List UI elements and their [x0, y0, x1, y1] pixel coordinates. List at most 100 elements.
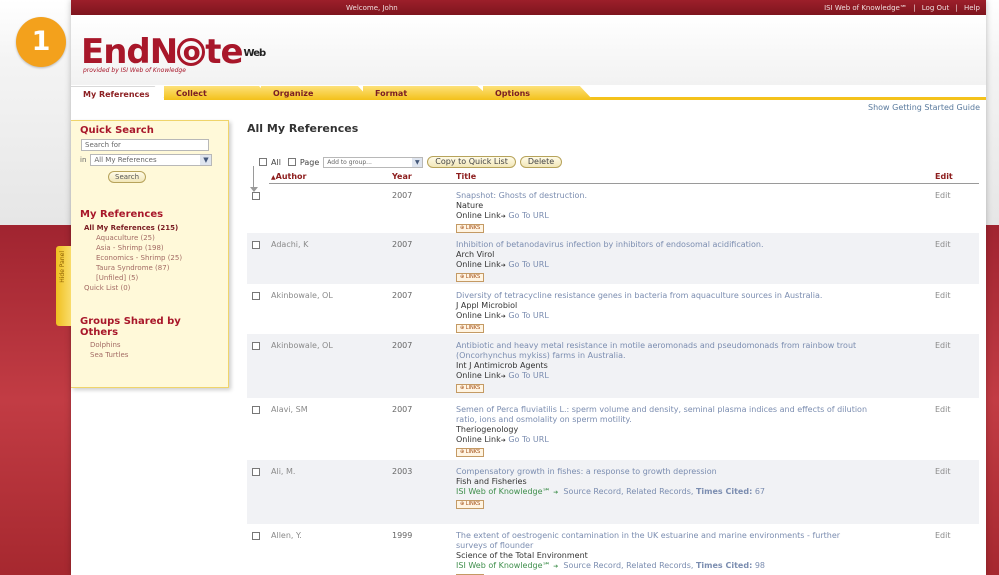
row-checkbox[interactable]	[252, 406, 260, 414]
go-to-url-link[interactable]: Go To URL	[508, 311, 548, 320]
row-checkbox[interactable]	[252, 292, 260, 300]
row-title[interactable]: The extent of oestrogenic contamination …	[456, 531, 931, 541]
times-cited-label: Times Cited:	[695, 561, 753, 570]
shared-group-sea-turtles[interactable]: Sea Turtles	[90, 351, 225, 359]
sidebar-item-quick-list[interactable]: Quick List (0)	[84, 284, 225, 292]
wok-line: ISI Web of Knowledge℠ ➔ Source Record, R…	[456, 487, 931, 498]
row-journal: Theriogenology	[456, 425, 519, 434]
row-title[interactable]: Antibiotic and heavy metal resistance in…	[456, 341, 931, 351]
tab-options[interactable]: Options	[483, 86, 593, 100]
times-cited-value[interactable]: 67	[755, 487, 765, 496]
sidebar-group-asia-shrimp[interactable]: Asia - Shrimp (198)	[96, 244, 225, 252]
row-author: Allen, Y.	[271, 531, 302, 540]
row-checkbox[interactable]	[252, 532, 260, 540]
sidebar-item-all-references[interactable]: All My References (215)	[84, 224, 225, 232]
source-record-links[interactable]: Source Record, Related Records,	[563, 487, 693, 496]
edit-link[interactable]: Edit	[935, 341, 951, 350]
sidebar-group-unfiled[interactable]: [Unfiled] (5)	[96, 274, 225, 282]
links-button[interactable]: ⊕ LINKS	[456, 324, 485, 333]
edit-link[interactable]: Edit	[935, 405, 951, 414]
row-checkbox[interactable]	[252, 342, 260, 350]
logo-text: EndN o teWeb	[81, 32, 266, 72]
shared-title-2: Others	[80, 327, 119, 338]
times-cited-value[interactable]: 98	[755, 561, 765, 570]
links-button[interactable]: ⊕ LINKS	[456, 224, 485, 233]
edit-link[interactable]: Edit	[935, 467, 951, 476]
select-page-checkbox[interactable]	[287, 158, 296, 166]
row-journal: Fish and Fisheries	[456, 477, 527, 486]
shared-groups-section: Groups Shared by Others Dolphins Sea Tur…	[80, 316, 225, 359]
links-button[interactable]: ⊕ LINKS	[456, 448, 485, 457]
tab-collect[interactable]: Collect	[164, 86, 272, 100]
isi-link[interactable]: ISI Web of Knowledge℠	[824, 4, 907, 12]
my-references-section: My References All My References (215) Aq…	[80, 209, 225, 292]
go-to-url-link[interactable]: Go To URL	[508, 435, 548, 444]
links-button[interactable]: ⊕ LINKS	[456, 500, 485, 509]
edit-link[interactable]: Edit	[935, 240, 951, 249]
copy-to-quick-list-button[interactable]: Copy to Quick List	[427, 156, 516, 168]
row-body: Antibiotic and heavy metal resistance in…	[456, 341, 931, 393]
logout-link[interactable]: Log Out	[922, 4, 949, 12]
row-title[interactable]: (Oncorhynchus mykiss) farms in Australia…	[456, 351, 931, 361]
sidebar-group-aquaculture[interactable]: Aquaculture (25)	[96, 234, 225, 242]
row-body: Semen of Perca fluviatilis L.: sperm vol…	[456, 405, 931, 457]
edit-link[interactable]: Edit	[935, 191, 951, 200]
row-title[interactable]: Semen of Perca fluviatilis L.: sperm vol…	[456, 405, 931, 415]
row-title[interactable]: ratio, ions and osmolality on sperm moti…	[456, 415, 931, 425]
links-button[interactable]: ⊕ LINKS	[456, 273, 485, 282]
row-journal: Nature	[456, 201, 484, 210]
row-journal: Science of the Total Environment	[456, 551, 588, 560]
row-title[interactable]: Compensatory growth in fishes: a respons…	[456, 467, 931, 477]
sidebar-group-taura[interactable]: Taura Syndrome (87)	[96, 264, 225, 272]
search-input[interactable]: Search for	[81, 139, 209, 151]
table-row: 2007 Snapshot: Ghosts of destruction. Natu…	[247, 184, 979, 233]
go-to-url-link[interactable]: Go To URL	[508, 260, 548, 269]
page-title: All My References	[247, 122, 359, 135]
row-title[interactable]: Diversity of tetracycline resistance gen…	[456, 291, 931, 301]
delete-button[interactable]: Delete	[519, 156, 563, 168]
row-checkbox[interactable]	[252, 192, 260, 200]
endnote-window: Welcome, John ISI Web of Knowledge℠ | Lo…	[56, 0, 986, 575]
scope-select[interactable]: All My References ▼	[90, 154, 213, 166]
row-body: Snapshot: Ghosts of destruction. Nature On…	[456, 191, 931, 233]
hide-panel-tab[interactable]: Hide Panel	[56, 246, 71, 326]
shared-group-dolphins[interactable]: Dolphins	[90, 341, 225, 349]
edit-link[interactable]: Edit	[935, 531, 951, 540]
row-year: 1999	[392, 531, 413, 540]
online-link-line: Online Link➔ Go To URL	[456, 260, 549, 269]
add-to-group-select[interactable]: Add to group... ▼	[323, 156, 424, 168]
tab-my-references[interactable]: My References	[71, 86, 166, 100]
getting-started-link[interactable]: Show Getting Started Guide	[868, 103, 980, 112]
online-link-line: Online Link➔ Go To URL	[456, 371, 549, 380]
tab-organize[interactable]: Organize	[261, 86, 371, 100]
source-record-links[interactable]: Source Record, Related Records,	[563, 561, 693, 570]
row-year: 2007	[392, 240, 413, 249]
wok-link[interactable]: ISI Web of Knowledge℠	[456, 561, 551, 570]
edit-link[interactable]: Edit	[935, 291, 951, 300]
row-checkbox[interactable]	[252, 468, 260, 476]
go-to-url-link[interactable]: Go To URL	[508, 211, 548, 220]
select-all-checkbox[interactable]	[259, 158, 267, 166]
table-row: Akinbowale, OL 2007 Antibiotic and heavy m…	[247, 334, 979, 398]
arrow-icon: ➔	[500, 313, 506, 320]
search-button[interactable]: Search	[108, 171, 147, 183]
row-author: Adachi, K	[271, 240, 309, 249]
row-checkbox[interactable]	[252, 241, 260, 249]
go-to-url-link[interactable]: Go To URL	[508, 371, 548, 380]
arrow-icon: ➔	[553, 489, 559, 496]
sidebar-panel: Hide Panel Quick Search Search for in Al…	[56, 120, 229, 388]
header: EndN o teWeb provided by ISI Web of Knowle…	[71, 15, 986, 85]
separator: |	[913, 4, 916, 12]
row-title[interactable]: Inhibition of betanodavirus infection by…	[456, 240, 931, 250]
help-link[interactable]: Help	[964, 4, 980, 12]
wok-link[interactable]: ISI Web of Knowledge℠	[456, 487, 551, 496]
links-button[interactable]: ⊕ LINKS	[456, 384, 485, 393]
row-title[interactable]: Snapshot: Ghosts of destruction.	[456, 191, 931, 201]
row-title[interactable]: surveys of flounder	[456, 541, 931, 551]
tab-format[interactable]: Format	[363, 86, 493, 100]
sidebar-group-economics-shrimp[interactable]: Economics - Shrimp (25)	[96, 254, 225, 262]
table-row: Alavi, SM 2007 Semen of Perca fluviatilis …	[247, 398, 979, 460]
welcome-text: Welcome, John	[346, 4, 398, 12]
row-body: Compensatory growth in fishes: a respons…	[456, 467, 931, 509]
quick-search-title: Quick Search	[80, 125, 154, 136]
